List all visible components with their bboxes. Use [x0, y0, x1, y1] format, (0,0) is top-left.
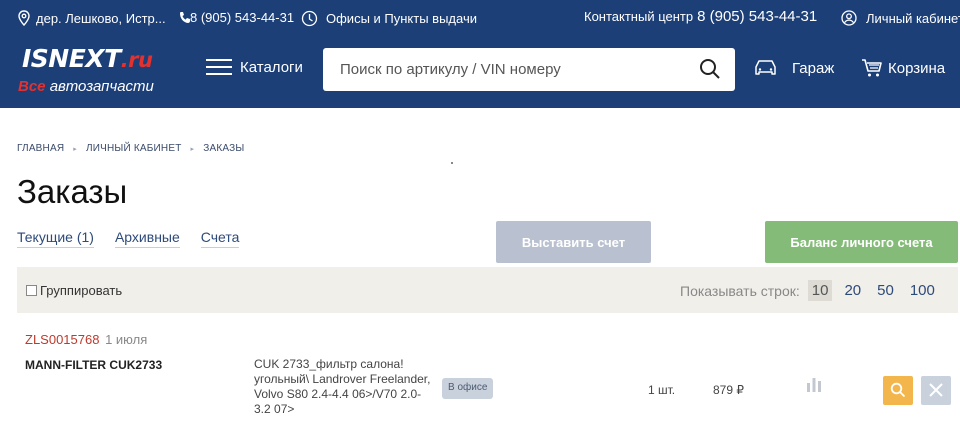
chevron-right-icon: ▸ [73, 145, 77, 153]
group-label: Группировать [40, 283, 123, 298]
rows-option-10[interactable]: 10 [807, 280, 833, 301]
search-icon [890, 382, 906, 398]
location-link[interactable]: дер. Лешково, Истр... [17, 10, 166, 26]
site-header: дер. Лешково, Истр... 8 (905) 543-44-31 … [0, 0, 960, 108]
top-bar: дер. Лешково, Истр... 8 (905) 543-44-31 … [0, 0, 960, 36]
search-box [323, 48, 735, 91]
cart-link[interactable]: Корзина [861, 58, 945, 78]
close-icon [929, 383, 943, 397]
part-name: MANN-FILTER CUK2733 [25, 358, 163, 372]
breadcrumb-current: ЗАКАЗЫ [203, 143, 245, 154]
filter-bar: Группировать Показывать строк: 10 20 50 … [17, 267, 958, 313]
logo-wordmark: ISNEXT.ru [22, 44, 153, 73]
group-checkbox[interactable] [26, 285, 37, 296]
logo[interactable]: ISNEXT.ru Все автозапчасти [18, 44, 188, 98]
search-icon[interactable] [699, 58, 721, 80]
breadcrumb-home[interactable]: ГЛАВНАЯ [17, 143, 64, 154]
bar-chart-icon[interactable] [806, 377, 822, 393]
cart-label: Корзина [888, 59, 946, 77]
order-header: ZLS0015768 1 июля [25, 332, 147, 347]
garage-label: Гараж [792, 59, 835, 77]
rows-option-100[interactable]: 100 [906, 280, 939, 301]
contact-label: Контактный центр [584, 9, 694, 24]
location-pin-icon [18, 10, 30, 26]
issue-invoice-button[interactable]: Выставить счет [496, 221, 651, 263]
user-icon [841, 10, 857, 26]
separator-dot [451, 162, 453, 164]
rows-per-page: Показывать строк: 10 20 50 100 [680, 280, 939, 301]
order-quantity: 1 шт. [648, 383, 676, 397]
catalog-button[interactable]: Каталоги [206, 58, 303, 76]
search-input[interactable] [323, 48, 693, 91]
status-badge: В офисе [442, 378, 494, 399]
remove-order-button[interactable] [921, 376, 951, 405]
contact-center[interactable]: Контактный центр 8 (905) 543-44-31 [584, 8, 817, 25]
group-toggle[interactable]: Группировать [26, 283, 122, 298]
breadcrumb-account[interactable]: ЛИЧНЫЙ КАБИНЕТ [86, 143, 182, 154]
phone-text: 8 (905) 543-44-31 [190, 10, 295, 25]
account-link[interactable]: Личный кабинет [841, 10, 960, 26]
logo-tagline: Все автозапчасти [18, 78, 154, 95]
rows-option-50[interactable]: 50 [873, 280, 898, 301]
order-price: 879 ₽ [713, 383, 744, 397]
offices-link[interactable]: Офисы и Пункты выдачи [301, 10, 477, 27]
menu-icon [206, 58, 232, 76]
view-order-button[interactable] [883, 376, 913, 405]
account-balance-button[interactable]: Баланс личного счета [765, 221, 958, 263]
tab-current[interactable]: Текущие (1) [17, 229, 94, 248]
clock-icon [301, 10, 318, 27]
phone-icon [180, 12, 190, 23]
phone-link[interactable]: 8 (905) 543-44-31 [179, 10, 294, 25]
account-text: Личный кабинет [866, 10, 960, 26]
contact-phone: 8 (905) 543-44-31 [697, 8, 818, 25]
cart-icon [862, 59, 882, 77]
part-description: CUK 2733_фильтр салона! угольный\ Landro… [254, 357, 431, 416]
order-tabs: Текущие (1) Архивные Счета [17, 229, 260, 248]
order-number[interactable]: ZLS0015768 [25, 332, 99, 347]
breadcrumb: ГЛАВНАЯ ▸ ЛИЧНЫЙ КАБИНЕТ ▸ ЗАКАЗЫ [17, 143, 244, 154]
page-title: Заказы [17, 173, 128, 210]
tab-invoices[interactable]: Счета [200, 229, 240, 248]
rows-option-20[interactable]: 20 [840, 280, 865, 301]
location-text: дер. Лешково, Истр... [36, 10, 166, 26]
garage-link[interactable]: Гараж [752, 58, 834, 78]
order-date: 1 июля [105, 332, 148, 347]
car-icon [755, 60, 776, 75]
rows-label: Показывать строк: [680, 282, 800, 299]
tab-archive[interactable]: Архивные [114, 229, 180, 248]
offices-text: Офисы и Пункты выдачи [326, 11, 477, 26]
catalog-label: Каталоги [240, 58, 303, 76]
chevron-right-icon: ▸ [190, 145, 195, 153]
